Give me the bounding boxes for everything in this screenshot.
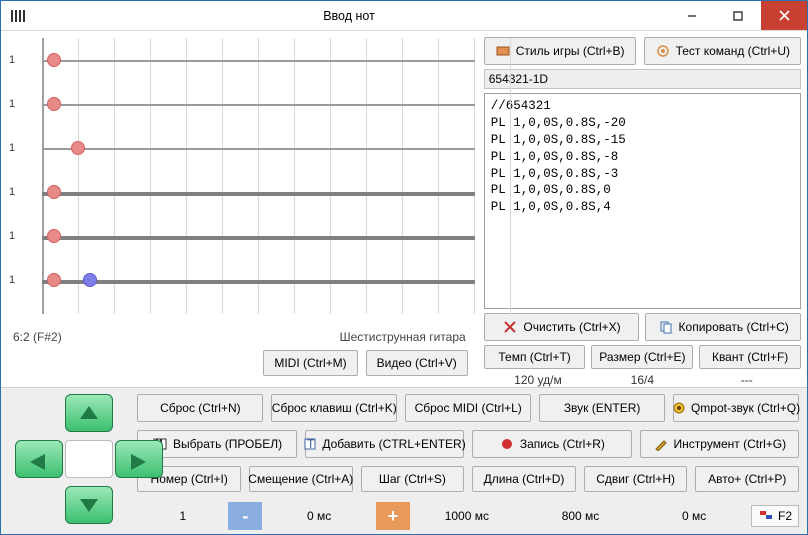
reset-button[interactable]: Сброс (Ctrl+N) <box>137 394 263 422</box>
f2-label: F2 <box>778 509 792 523</box>
plus-button[interactable]: + <box>376 502 410 530</box>
string-label: 1 <box>9 98 15 110</box>
note-dot[interactable] <box>47 273 61 287</box>
tempo-button[interactable]: Темп (Ctrl+T) <box>484 345 586 369</box>
arrow-up-button[interactable] <box>65 394 113 432</box>
note-dot[interactable] <box>47 229 61 243</box>
string-label: 1 <box>9 186 15 198</box>
offset-button[interactable]: Смещение (Ctrl+A) <box>249 466 353 492</box>
grid-coord-label: 6:2 (F#2) <box>13 330 62 344</box>
add-icon: T <box>303 436 317 452</box>
record-button[interactable]: Запись (Ctrl+R) <box>472 430 631 458</box>
tempo-value: 120 уд/м <box>486 373 590 387</box>
add-button[interactable]: T Добавить (CTRL+ENTER) <box>305 430 464 458</box>
instrument-button[interactable]: Инструмент (Ctrl+G) <box>640 430 799 458</box>
app-icon <box>7 5 29 27</box>
size-button[interactable]: Размер (Ctrl+E) <box>591 345 693 369</box>
value-1: 0 мс <box>262 503 376 529</box>
instrument-label: Инструмент (Ctrl+G) <box>674 437 787 451</box>
value-3: 800 мс <box>524 503 638 529</box>
select-label: Выбрать (ПРОБЕЛ) <box>173 437 282 451</box>
test-commands-button[interactable]: Тест команд (Ctrl+U) <box>644 37 801 65</box>
note-grid[interactable]: 1 1 1 1 1 1 <box>3 37 476 329</box>
minus-button[interactable]: - <box>228 502 262 530</box>
size-value: 16/4 <box>590 373 694 387</box>
test-commands-label: Тест команд (Ctrl+U) <box>676 44 790 58</box>
step-button[interactable]: Шаг (Ctrl+S) <box>361 466 465 492</box>
qmpot-label: Qmpot-звук (Ctrl+Q) <box>691 401 800 415</box>
midi-button[interactable]: MIDI (Ctrl+M) <box>263 350 357 376</box>
clear-icon <box>502 319 518 335</box>
quant-button[interactable]: Квант (Ctrl+F) <box>699 345 801 369</box>
string-label: 1 <box>9 274 15 286</box>
arrow-down-button[interactable] <box>65 486 113 524</box>
close-button[interactable] <box>761 1 807 30</box>
svg-text:T: T <box>307 437 315 451</box>
maximize-button[interactable] <box>715 1 761 30</box>
value-4: 0 мс <box>637 503 751 529</box>
string-label: 1 <box>9 54 15 66</box>
clear-label: Очистить (Ctrl+X) <box>523 320 620 334</box>
file-name-label: 654321-1D <box>484 69 801 89</box>
value-2: 1000 мс <box>410 503 524 529</box>
instrument-icon <box>653 436 669 452</box>
grid-mode-label: Шестиструнная гитара <box>340 330 466 344</box>
copy-button[interactable]: Копировать (Ctrl+C) <box>645 313 801 341</box>
window-title: Ввод нот <box>29 9 669 23</box>
direction-pad <box>9 394 127 524</box>
auto-button[interactable]: Авто+ (Ctrl+P) <box>695 466 799 492</box>
qmpot-icon <box>672 400 686 416</box>
reset-keys-button[interactable]: Сброс клавиш (Ctrl+K) <box>271 394 397 422</box>
string-label: 1 <box>9 230 15 242</box>
video-button[interactable]: Видео (Ctrl+V) <box>366 350 468 376</box>
quant-value: --- <box>695 373 799 387</box>
clear-button[interactable]: Очистить (Ctrl+X) <box>484 313 640 341</box>
play-style-label: Стиль игры (Ctrl+B) <box>516 44 625 58</box>
shift-button[interactable]: Сдвиг (Ctrl+H) <box>584 466 688 492</box>
note-dot[interactable] <box>83 273 97 287</box>
string-label: 1 <box>9 142 15 154</box>
note-dot[interactable] <box>47 97 61 111</box>
minimize-button[interactable] <box>669 1 715 30</box>
sound-button[interactable]: Звук (ENTER) <box>539 394 665 422</box>
style-icon <box>495 43 511 59</box>
copy-icon <box>658 319 674 335</box>
test-icon <box>655 43 671 59</box>
record-label: Запись (Ctrl+R) <box>520 437 605 451</box>
titlebar: Ввод нот <box>1 1 807 31</box>
add-label: Добавить (CTRL+ENTER) <box>322 437 465 451</box>
value-number: 1 <box>137 503 228 529</box>
flag-icon <box>758 508 774 524</box>
arrow-left-button[interactable] <box>15 440 63 478</box>
play-style-button[interactable]: Стиль игры (Ctrl+B) <box>484 37 636 65</box>
dpad-center[interactable] <box>65 440 113 478</box>
record-icon <box>499 436 515 452</box>
note-dot[interactable] <box>47 185 61 199</box>
copy-label: Копировать (Ctrl+C) <box>679 320 789 334</box>
reset-midi-button[interactable]: Сброс MIDI (Ctrl+L) <box>405 394 531 422</box>
qmpot-button[interactable]: Qmpot-звук (Ctrl+Q) <box>673 394 799 422</box>
note-dot[interactable] <box>47 53 61 67</box>
code-view[interactable]: //654321 PL 1,0,0S,0.8S,-20 PL 1,0,0S,0.… <box>484 93 801 309</box>
note-dot[interactable] <box>71 141 85 155</box>
arrow-right-button[interactable] <box>115 440 163 478</box>
length-button[interactable]: Длина (Ctrl+D) <box>472 466 576 492</box>
f2-indicator[interactable]: F2 <box>751 505 799 527</box>
